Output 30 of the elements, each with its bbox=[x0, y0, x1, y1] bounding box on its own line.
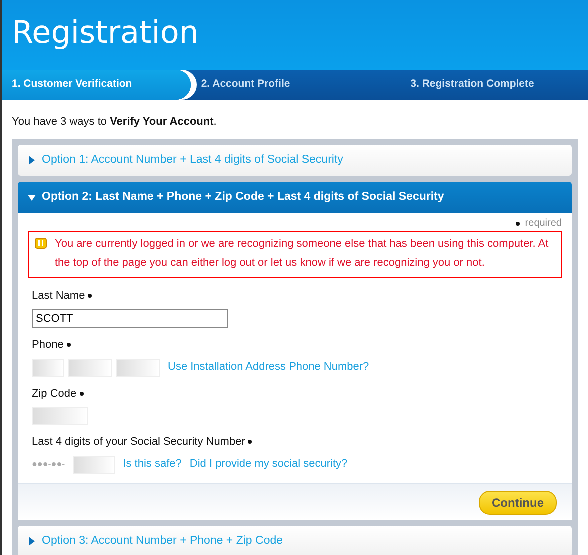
required-note: required bbox=[525, 217, 562, 231]
input-field[interactable] bbox=[68, 358, 112, 376]
step-tab[interactable]: 1. Customer Verification bbox=[2, 70, 192, 100]
option-header[interactable]: Option 3: Account Number + Phone + Zip Code bbox=[18, 526, 572, 555]
input-field[interactable]: SCOTT bbox=[32, 309, 228, 328]
step-tab[interactable]: 3. Registration Complete bbox=[390, 70, 588, 100]
help-link[interactable]: Is this safe? bbox=[123, 456, 182, 473]
option-header[interactable]: Option 1: Account Number + Last 4 digits of Social Security bbox=[18, 144, 572, 176]
alert-message: You are currently logged in or we are recognizing someone else that has been using this computer. At the top of the page you can either log out or let us know if we are recognizing you or not. bbox=[55, 237, 550, 272]
input-field[interactable] bbox=[32, 407, 88, 425]
option-header[interactable]: Option 2: Last Name + Phone + Zip Code + Last 4 digits of Social Security bbox=[18, 182, 572, 213]
caret-right-icon bbox=[28, 536, 36, 546]
required-dot-icon bbox=[516, 222, 520, 226]
caret-down-icon bbox=[28, 192, 36, 202]
page-title: Registration bbox=[12, 18, 200, 49]
step-tab[interactable]: 2. Account Profile bbox=[191, 70, 391, 100]
field-label: Phone bbox=[32, 338, 64, 353]
caret-right-icon bbox=[28, 156, 36, 165]
masked-digits: ●●●-●●- bbox=[32, 458, 66, 471]
help-link[interactable]: Use Installation Address Phone Number? bbox=[168, 359, 370, 376]
continue-button[interactable]: Continue bbox=[479, 490, 557, 514]
input-field[interactable] bbox=[73, 456, 116, 474]
input-field[interactable] bbox=[116, 358, 160, 376]
warning-icon bbox=[35, 238, 47, 249]
field-label: Last 4 digits of your Social Security Number bbox=[32, 435, 246, 450]
intro-text: You have 3 ways to Verify Your Account. bbox=[11, 115, 218, 130]
field-label: Zip Code bbox=[32, 386, 77, 402]
help-link[interactable]: Did I provide my social security? bbox=[190, 456, 348, 473]
input-field[interactable] bbox=[32, 358, 64, 376]
field-label: Last Name bbox=[32, 288, 86, 304]
